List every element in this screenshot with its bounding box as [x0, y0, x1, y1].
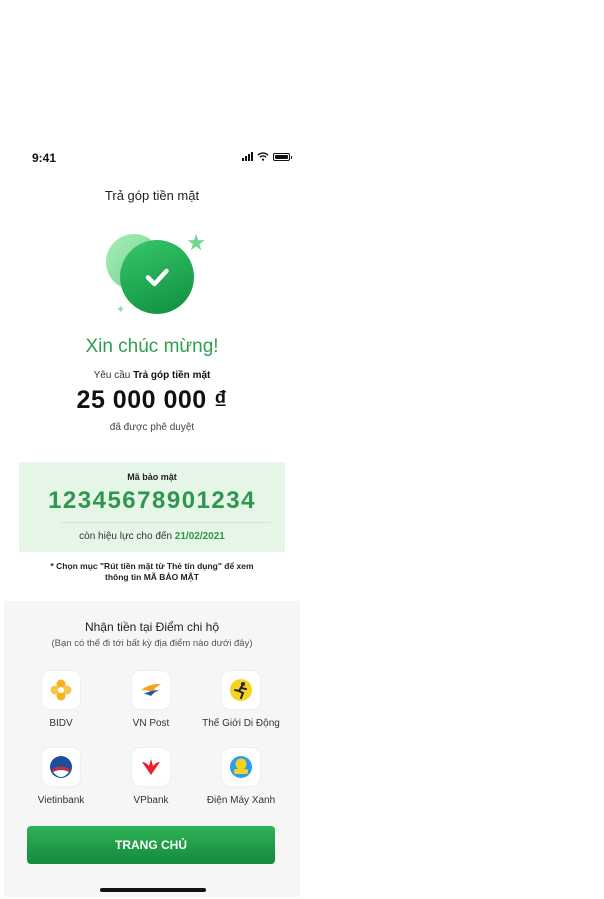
request-prefix: Yêu cầu: [93, 370, 131, 381]
success-illustration: ★ ✦: [102, 232, 206, 316]
partner-dienmayxanh[interactable]: Điện Máy Xanh: [196, 748, 286, 806]
home-button[interactable]: TRANG CHỦ: [27, 826, 275, 864]
request-product: Trả góp tiền mặt: [133, 370, 211, 381]
congrats-heading: Xin chúc mừng!: [85, 336, 219, 357]
status-bar: 9:41: [4, 140, 300, 174]
partner-vpbank[interactable]: VPbank: [106, 748, 196, 806]
pickup-subtitle: (Bạn có thể đi tới bất kỳ địa điểm nào d…: [51, 638, 253, 649]
status-time: 9:41: [32, 151, 57, 165]
pickup-title: Nhận tiền tại Điểm chi hộ: [84, 620, 220, 634]
bidv-logo-icon: [42, 671, 80, 709]
security-code[interactable]: 12345678901234: [19, 487, 285, 515]
security-code-card: Mã bảo mật 12345678901234 còn hiệu lực c…: [19, 462, 285, 552]
pickup-panel: Nhận tiền tại Điểm chi hộ (Bạn có thể đi…: [4, 601, 300, 897]
partner-name: Vietinbank: [37, 795, 85, 806]
checkmark-icon: [145, 268, 169, 287]
validity-prefix: còn hiệu lực cho đến: [79, 531, 173, 542]
sparkle-small-icon: ✦: [116, 304, 126, 316]
signal-icon: [242, 152, 253, 161]
battery-icon: [273, 152, 292, 161]
app-screen: 9:41 Trả góp tiền mặt ★ ✦ Xin chúc mừng!…: [4, 140, 300, 897]
home-indicator: [100, 888, 206, 892]
status-icons: [242, 152, 292, 161]
approved-text: đã được phê duyệt: [109, 422, 195, 433]
partner-vnpost[interactable]: VN Post: [106, 671, 196, 729]
partner-name: VN Post: [132, 718, 170, 729]
sparkle-icon: ★: [186, 230, 206, 255]
partner-bidv[interactable]: BIDV: [16, 671, 106, 729]
divider: [61, 522, 271, 523]
vpbank-logo-icon: [132, 748, 170, 786]
thegioididong-logo-icon: [222, 671, 260, 709]
partner-thegioididong[interactable]: Thế Giới Di Động: [196, 671, 286, 729]
partner-name: BIDV: [49, 718, 73, 729]
request-label: Yêu cầu Trả góp tiền mặt: [4, 370, 300, 381]
partner-name: VPbank: [133, 795, 169, 806]
validity-date: 21/02/2021: [174, 531, 225, 542]
vietinbank-logo-icon: [42, 748, 80, 786]
partner-name: Điện Máy Xanh: [206, 795, 276, 806]
partner-name: Thế Giới Di Động: [202, 718, 280, 729]
security-note: * Chọn mục "Rút tiền mặt từ Thẻ tín dụng…: [34, 561, 270, 583]
page-title: Trả góp tiền mặt: [104, 188, 200, 203]
approved-amount: 25 000 000 ₫: [76, 386, 228, 414]
dienmayxanh-logo-icon: [222, 748, 260, 786]
partner-vietinbank[interactable]: Vietinbank: [16, 748, 106, 806]
check-circle-icon: [120, 240, 194, 314]
vnpost-logo-icon: [132, 671, 170, 709]
security-code-label: Mã bảo mật: [127, 472, 177, 482]
security-note-line1: * Chọn mục "Rút tiền mặt từ Thẻ tín dụng…: [50, 561, 254, 571]
validity-text: còn hiệu lực cho đến 21/02/2021: [19, 531, 285, 542]
security-note-line2: thông tin MÃ BẢO MẬT: [105, 572, 199, 582]
wifi-icon: [257, 152, 269, 161]
